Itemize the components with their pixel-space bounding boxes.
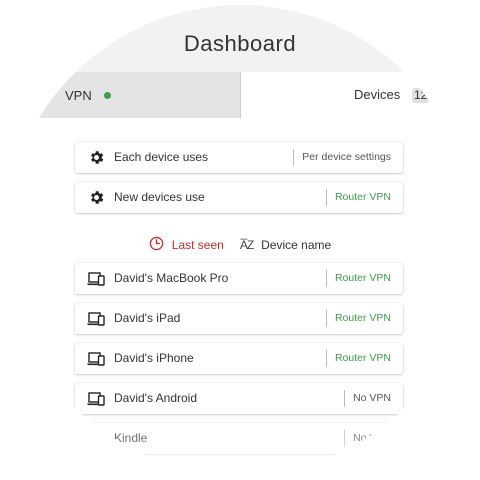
- device-vpn-setting: Router VPN: [325, 270, 391, 287]
- status-dot: [103, 91, 111, 99]
- dashboard-panel: Dashboard VPN Devices 12 Each device use…: [5, 5, 475, 475]
- device-vpn-setting: Router VPN: [325, 350, 391, 367]
- devices-icon: [87, 430, 105, 447]
- sort-device-name-label: Device name: [261, 238, 332, 252]
- device-row[interactable]: Kindle No VPN: [75, 423, 403, 454]
- setting-label: New devices use: [114, 190, 205, 204]
- sort-az-icon: A̅Z: [239, 238, 254, 252]
- tab-bar: VPN Devices 12: [5, 72, 475, 118]
- device-row[interactable]: David's iPhone Router VPN: [75, 343, 403, 374]
- sort-last-seen-label: Last seen: [171, 238, 224, 252]
- tab-vpn[interactable]: VPN: [5, 72, 241, 118]
- gear-icon: [87, 189, 105, 206]
- device-name: David's MacBook Pro: [114, 271, 229, 285]
- device-vpn-setting: No VPN: [344, 390, 391, 407]
- devices-icon: [87, 390, 105, 407]
- setting-each-device[interactable]: Each device uses Per device settings: [75, 142, 403, 173]
- device-name: David's iPad: [114, 311, 181, 325]
- device-count-badge: 12: [412, 88, 430, 103]
- sort-bar: Last seen A̅Z Device name: [5, 235, 475, 255]
- setting-label: Each device uses: [114, 150, 209, 164]
- setting-value: Router VPN: [325, 189, 391, 206]
- device-vpn-setting: Router VPN: [325, 310, 391, 327]
- sort-last-seen[interactable]: Last seen: [149, 236, 224, 254]
- devices-icon: [87, 350, 105, 367]
- tab-vpn-label: VPN: [65, 87, 92, 103]
- tab-devices-label: Devices: [354, 87, 401, 102]
- setting-new-devices[interactable]: New devices use Router VPN: [75, 182, 403, 213]
- setting-value: Per device settings: [293, 149, 391, 166]
- device-name: David's iPhone: [114, 351, 194, 365]
- gear-icon: [87, 149, 105, 166]
- sort-device-name[interactable]: A̅Z Device name: [240, 238, 331, 252]
- tab-devices[interactable]: Devices 12: [241, 72, 475, 118]
- clock-icon: [149, 236, 164, 254]
- page-title: Dashboard: [183, 31, 297, 56]
- devices-icon: [87, 270, 105, 287]
- device-name: Kindle: [114, 431, 148, 445]
- device-row[interactable]: David's iPad Router VPN: [75, 303, 403, 334]
- device-vpn-setting: No VPN: [344, 430, 391, 447]
- devices-content: Each device uses Per device settings New…: [5, 118, 475, 475]
- device-row[interactable]: David's Android No VPN: [75, 383, 403, 414]
- devices-icon: [87, 310, 105, 327]
- device-row[interactable]: David's MacBook Pro Router VPN: [75, 263, 403, 294]
- device-name: David's Android: [114, 391, 198, 405]
